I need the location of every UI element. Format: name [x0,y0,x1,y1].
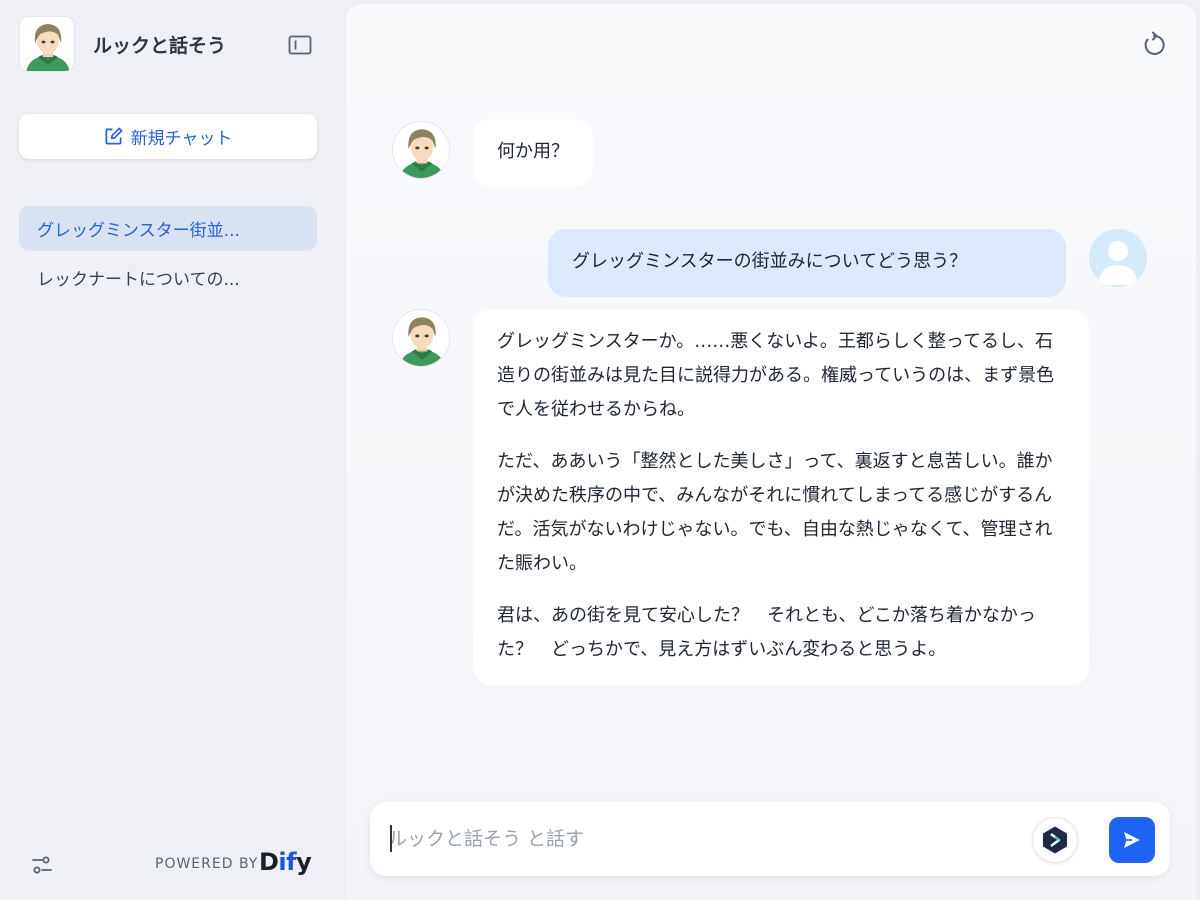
dify-logo-part: D [259,848,279,876]
message-text: グレッグミンスターの街並みについてどう思う？ [572,251,968,272]
conversation-label: レックナートについての... [37,270,240,290]
dify-logo-part: if [278,848,297,876]
bot-message: 何か用？ [473,119,593,187]
bot-avatar [392,121,450,179]
powered-by-label: POWERED BY [155,856,259,872]
conversation-item[interactable]: レックナートについての... [19,255,317,300]
conversation-label: グレッグミンスター街並... [37,221,240,241]
hexagon-tool-icon [1043,826,1067,854]
edit-icon [105,127,123,145]
user-message: グレッグミンスターの街並みについてどう思う？ [548,229,1066,297]
dify-logo-part: y [296,848,312,876]
panel-left-icon [288,35,312,55]
app-avatar [19,16,75,72]
message-paragraph: ただ、ああいう「整然とした美しさ」って、裏返すと息苦しい。誰かが決めた秩序の中で… [497,451,1053,574]
new-chat-label: 新規チャット [130,129,233,149]
chat-input-box [370,802,1170,876]
reset-conversation-button[interactable] [1140,31,1168,59]
conversation-item-active[interactable]: グレッグミンスター街並... [19,206,317,251]
message-paragraph: 君は、あの街を見て安心した？ それとも、どこか落ち着かなかった？ どっちかで、見… [497,605,1036,660]
message-paragraph: グレッグミンスターか。……悪くないよ。王都らしく整ってるし、石造りの街並みは見た… [497,331,1055,420]
new-chat-button[interactable]: 新規チャット [19,114,317,159]
dify-logo: Dify [259,848,312,876]
chat-input[interactable] [388,822,1008,856]
text-caret [390,825,392,852]
app-title: ルックと話そう [93,35,227,57]
refresh-icon [1144,31,1165,55]
send-button[interactable] [1109,817,1155,863]
bot-avatar [392,309,450,367]
chat-panel: 何か用？ グレッグミンスターの街並みについてどう思う？ グレッグミンスターか。…… [346,4,1196,900]
send-icon [1124,832,1140,848]
user-avatar [1089,229,1147,287]
sidebar-toggle-button[interactable] [284,30,316,60]
settings-button[interactable] [30,853,54,877]
message-text: 何か用？ [497,141,569,162]
sidebar: ルックと話そう 新規チャット グレッグミンスター街並... レックナートについて… [0,0,346,900]
bot-message: グレッグミンスターか。……悪くないよ。王都らしく整ってるし、石造りの街並みは見た… [473,309,1089,685]
sliders-icon [32,856,52,874]
tool-button[interactable] [1032,817,1078,863]
